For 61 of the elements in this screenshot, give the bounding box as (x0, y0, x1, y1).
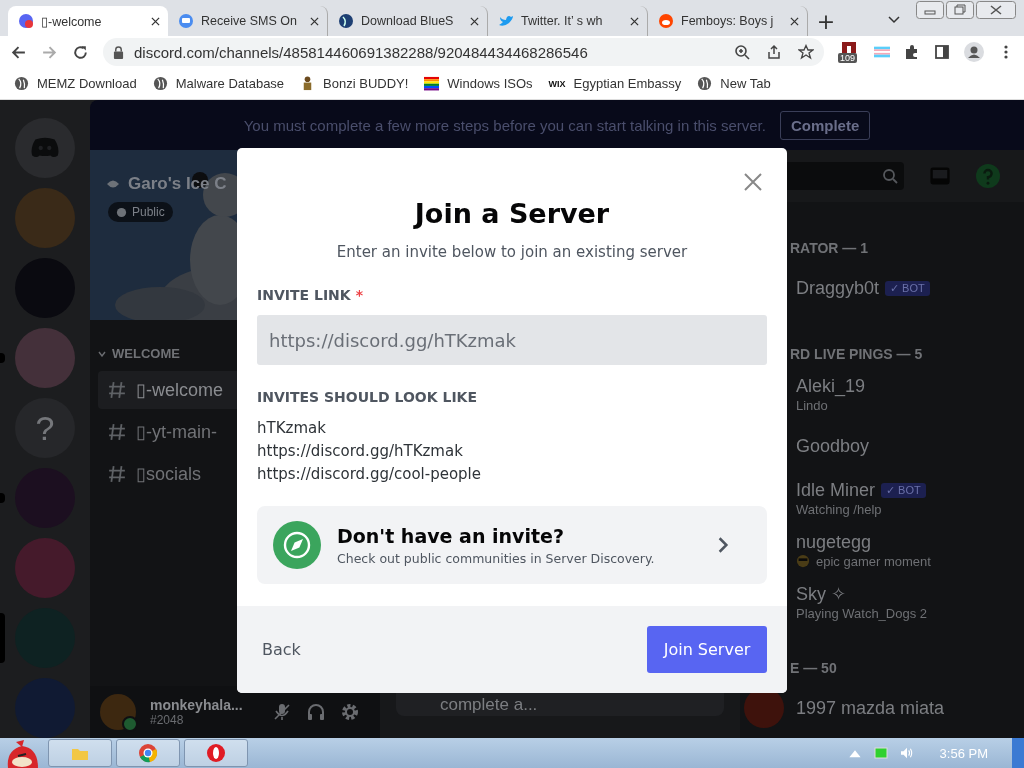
tab-title: Twitter. It’ s wh (521, 14, 604, 28)
extension-badge: 109 (838, 53, 858, 63)
dialog-title: Join a Server (414, 198, 610, 229)
tab-title: Receive SMS On (201, 14, 298, 28)
example-invite: hTKzmak (257, 418, 327, 439)
example-invite: https://discord.gg/cool-people (257, 464, 482, 485)
tab-title: Download BlueS (361, 14, 455, 28)
bot-tag: ✓ BOT (881, 482, 926, 498)
bookmark[interactable]: Windows ISOs (424, 76, 533, 91)
bookmark[interactable]: MEMZ Download (14, 76, 137, 91)
member-activity: Lindo (796, 397, 828, 413)
clock: 3:56 PM (939, 745, 988, 761)
join-server-button[interactable]: Join Server (647, 626, 767, 673)
message-bar-text: complete a... (440, 696, 538, 714)
required-mark: * (355, 287, 363, 303)
username: monkeyhala... (150, 697, 244, 713)
dialog-subtitle: Enter an invite below to join an existing server (336, 243, 688, 261)
bookmark-label: New Tab (720, 76, 771, 91)
member-name[interactable]: 1997 mazda miata (796, 697, 945, 719)
new-tab-button[interactable]: + (808, 6, 844, 36)
bot-tag: ✓ BOT (885, 280, 930, 296)
member-activity: Playing Watch_Dogs 2 (796, 606, 928, 621)
member-name[interactable]: Sky ✧ (796, 583, 846, 605)
example-invite: https://discord.gg/hTKzmak (257, 441, 464, 462)
member-activity: Watching /help (796, 501, 882, 517)
bookmark-label: Windows ISOs (447, 76, 533, 91)
bookmark-label: Bonzi BUDDY! (323, 76, 409, 91)
bookmark-label: MEMZ Download (37, 76, 137, 91)
member-group-heading: RD LIVE PINGS — 5 (789, 345, 924, 364)
user-tag: #2048 (150, 713, 258, 727)
address-bar[interactable]: discord.com/channels/485814460691382288/920484434468286546 (103, 38, 824, 66)
category-label[interactable]: WELCOME (112, 346, 180, 361)
notice-text: You must complete a few more steps before you can start talking in this server. (243, 116, 766, 134)
member-name[interactable]: Goodboy (796, 435, 870, 457)
card-title: Don't have an invite? (337, 524, 565, 547)
card-description: Check out public communities in Server Discovery. (337, 550, 656, 566)
member-name[interactable]: nugetegg (796, 531, 872, 553)
extension-button[interactable]: 109 (838, 39, 860, 65)
invite-link-field[interactable]: https://discord.gg/hTKzmak (257, 315, 767, 365)
complete-button[interactable]: Complete (779, 110, 871, 140)
bookmark[interactable]: Malware Database (152, 76, 285, 91)
bookmark[interactable]: Bonzi BUDDY! (300, 76, 409, 91)
bookmark-label: Malware Database (175, 76, 285, 91)
server-name: Garo's Ice C (128, 174, 227, 194)
url-text: discord.com/channels/485814460691382288/920484434468286546 (134, 43, 588, 61)
member-name[interactable]: Idle Miner (796, 479, 876, 501)
server-discovery-card[interactable]: Don't have an invite? Check out public communities in Server Discovery. (257, 506, 767, 584)
public-label: Public (132, 205, 165, 219)
field-label: INVITE LINK (257, 287, 351, 303)
bookmark-label: Egyptian Embassy (573, 76, 682, 91)
bookmark[interactable]: New Tab (697, 76, 771, 91)
tab-title: ▯-welcome (41, 13, 103, 29)
member-group-heading: RATOR — 1 (789, 239, 870, 258)
back-button[interactable]: Back (247, 630, 316, 669)
browser-tab[interactable]: ▯-welcome (8, 6, 168, 36)
tab-title: Femboys: Boys j (681, 14, 775, 28)
site-logo: WIX (548, 78, 566, 89)
member-name[interactable]: Draggyb0t (796, 277, 880, 299)
member-activity: epic gamer moment (816, 553, 931, 569)
member-name[interactable]: Aleki_19 (796, 375, 866, 397)
bookmark[interactable]: WIX Egyptian Embassy (548, 76, 682, 91)
